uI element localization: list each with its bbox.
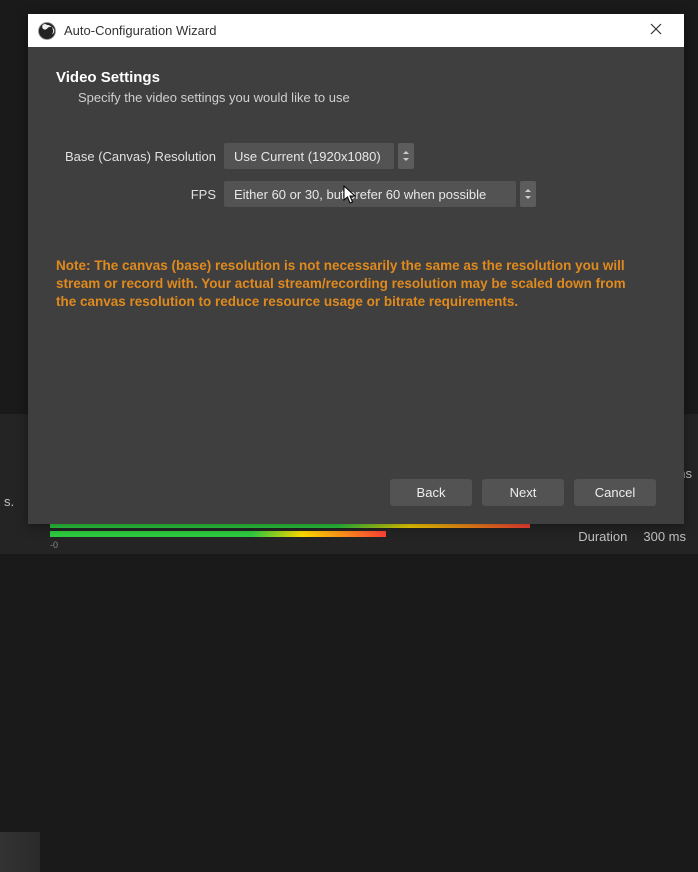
back-button[interactable]: Back <box>390 479 472 506</box>
background-partial-dot: s. <box>4 494 14 509</box>
note-text: Note: The canvas (base) resolution is no… <box>56 257 656 312</box>
chevron-up-icon <box>525 189 531 192</box>
button-row: Back Next Cancel <box>56 469 656 510</box>
audio-meter-bar-2 <box>50 531 386 537</box>
resolution-dropdown[interactable]: Use Current (1920x1080) <box>224 143 394 169</box>
fps-spinner[interactable] <box>520 181 536 207</box>
duration-value: 300 ms <box>643 529 686 544</box>
obs-logo-icon <box>38 22 56 40</box>
next-button[interactable]: Next <box>482 479 564 506</box>
titlebar: Auto-Configuration Wizard <box>28 14 684 47</box>
page-heading: Video Settings <box>56 69 656 86</box>
chevron-down-icon <box>403 158 409 161</box>
resolution-spinner[interactable] <box>398 143 414 169</box>
dialog-window: Auto-Configuration Wizard Video Settings… <box>28 14 684 524</box>
background-strip <box>0 832 40 872</box>
cancel-button[interactable]: Cancel <box>574 479 656 506</box>
page-subheading: Specify the video settings you would lik… <box>78 90 656 105</box>
resolution-row: Base (Canvas) Resolution Use Current (19… <box>56 143 656 169</box>
fps-label: FPS <box>56 187 224 202</box>
dialog-content: Video Settings Specify the video setting… <box>28 47 684 524</box>
close-icon <box>650 22 662 40</box>
fps-value: Either 60 or 30, but prefer 60 when poss… <box>234 187 486 202</box>
fps-dropdown[interactable]: Either 60 or 30, but prefer 60 when poss… <box>224 181 516 207</box>
resolution-value: Use Current (1920x1080) <box>234 149 381 164</box>
status-bar: Duration 300 ms <box>578 529 686 544</box>
chevron-down-icon <box>525 196 531 199</box>
duration-label: Duration <box>578 529 627 544</box>
audio-meter-ticks: -0 <box>50 540 530 550</box>
close-button[interactable] <box>636 14 676 47</box>
audio-meter: -0 <box>50 522 530 548</box>
fps-row: FPS Either 60 or 30, but prefer 60 when … <box>56 181 656 207</box>
chevron-up-icon <box>403 151 409 154</box>
resolution-label: Base (Canvas) Resolution <box>56 149 224 164</box>
dialog-title: Auto-Configuration Wizard <box>64 23 636 38</box>
